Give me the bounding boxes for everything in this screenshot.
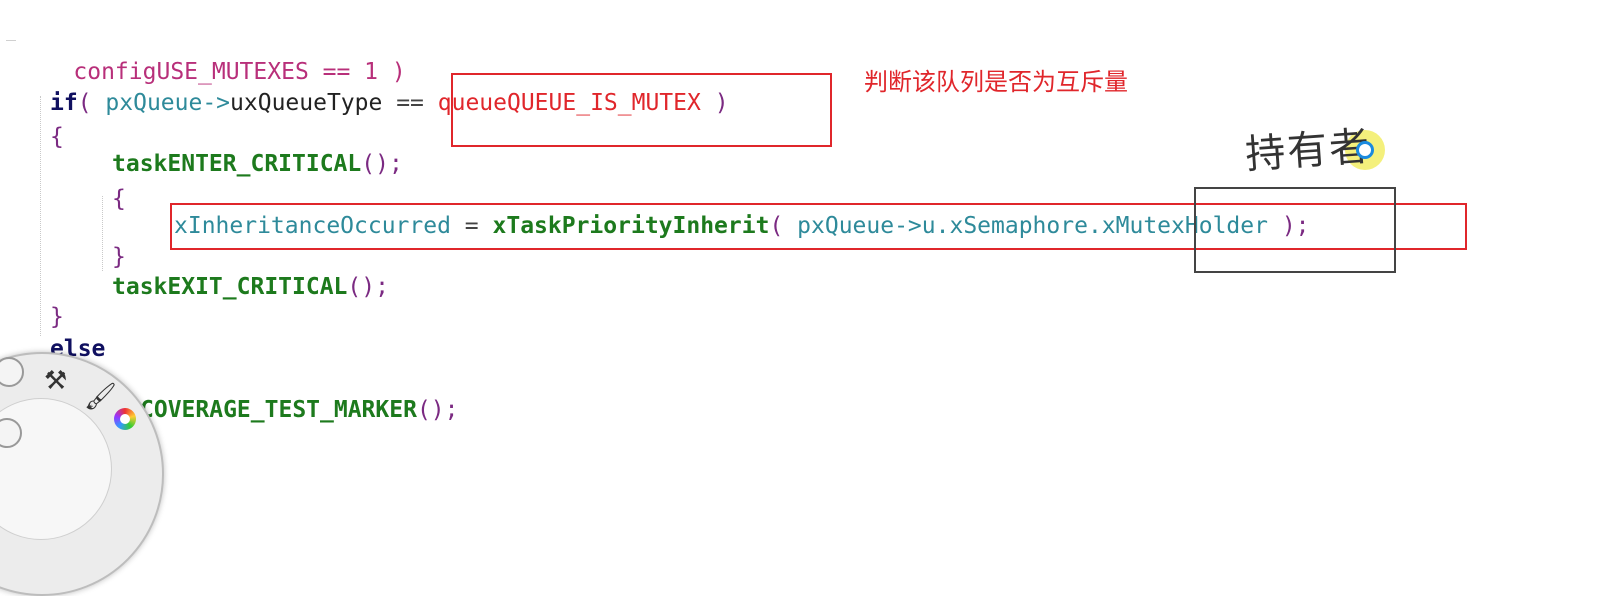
code-line-11: COVERAGE_TEST_MARKER();: [140, 395, 459, 425]
mutex-check-highlight-box: [451, 73, 832, 147]
call-parens: ();: [361, 151, 403, 177]
task-exit-critical-call: taskEXIT_CRITICAL: [112, 274, 348, 300]
task-enter-critical-call: taskENTER_CRITICAL: [112, 151, 362, 177]
color-picker-icon[interactable]: [114, 408, 136, 430]
code-line-9: }: [50, 302, 64, 332]
fold-guide-outer: [40, 96, 41, 336]
handwritten-holder-label: 持有者: [1243, 123, 1373, 179]
mutex-annotation-note: 判断该队列是否为互斥量: [864, 68, 1128, 96]
code-line-3: {: [50, 122, 64, 152]
pxqueue-identifier: pxQueue->: [105, 90, 231, 116]
screen-recording-frame: configUSE_MUTEXES == 1 ) if( pxQueue->ux…: [0, 0, 1619, 596]
code-line-7: }: [112, 242, 126, 272]
condition-text: configUSE_MUTEXES == 1 ): [73, 59, 406, 85]
fold-guide-inner: [102, 196, 103, 271]
fold-marker: [6, 40, 16, 41]
if-keyword: if: [50, 90, 78, 116]
code-line-4: taskENTER_CRITICAL();: [112, 149, 403, 179]
tools-icon[interactable]: ⚒: [44, 366, 67, 396]
equals-operator: ==: [396, 90, 438, 116]
open-brace: {: [50, 124, 64, 150]
brush-icon[interactable]: 🖌: [84, 382, 117, 412]
code-line-8: taskEXIT_CRITICAL();: [112, 272, 389, 302]
close-brace: }: [50, 304, 64, 330]
call-parens: ();: [416, 397, 459, 423]
pen-cursor-icon: [1356, 141, 1374, 159]
mutex-holder-highlight-box: [1194, 187, 1396, 273]
open-paren: (: [77, 90, 106, 116]
uxqueuetype-identifier: uxQueueType: [230, 90, 397, 116]
call-parens: ();: [347, 274, 389, 300]
code-line-5: {: [112, 184, 126, 214]
open-brace-inner: {: [112, 186, 126, 212]
coverage-test-marker-call: COVERAGE_TEST_MARKER: [140, 397, 417, 423]
close-brace-inner: }: [112, 244, 126, 270]
